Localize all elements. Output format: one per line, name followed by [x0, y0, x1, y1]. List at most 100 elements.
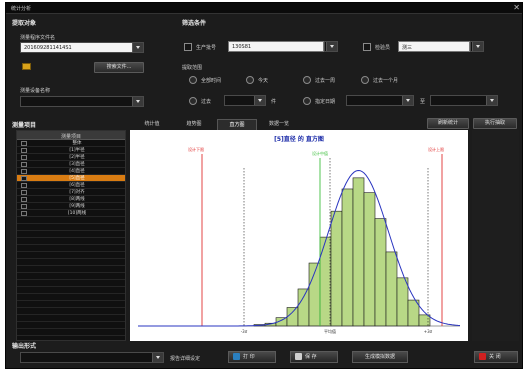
radio-past-month-label: 过去一个月	[373, 78, 399, 84]
chevron-down-icon[interactable]	[402, 96, 413, 105]
past-count-input[interactable]	[224, 95, 266, 106]
empty-row	[17, 301, 125, 308]
output-format-combo[interactable]	[20, 352, 164, 363]
file-combo[interactable]: 2016092811414S1	[20, 42, 144, 53]
tab-trend[interactable]: 趋势图	[174, 119, 214, 130]
item-checkbox[interactable]	[21, 176, 27, 181]
chevron-down-icon[interactable]	[472, 42, 483, 51]
days-unit-label: 件	[271, 99, 277, 105]
range-label: 提取范围	[182, 65, 203, 71]
item-checkbox[interactable]	[21, 141, 27, 146]
empty-row	[17, 287, 125, 294]
device-label: 测量设备名称	[20, 88, 51, 94]
inspector-input[interactable]: 测三	[398, 41, 470, 52]
tab-data-list[interactable]: 数据一览	[259, 119, 299, 130]
histogram-bar	[330, 210, 343, 327]
radio-past-month[interactable]	[361, 76, 369, 84]
empty-row	[17, 238, 125, 245]
lsl-label: 设计下限	[188, 146, 204, 152]
radio-past-week-label: 过去一周	[315, 78, 336, 84]
radio-all-time[interactable]	[189, 76, 197, 84]
radio-past-n[interactable]	[189, 97, 197, 105]
device-combo[interactable]	[20, 96, 144, 107]
item-checkbox[interactable]	[21, 155, 27, 160]
item-checkbox[interactable]	[21, 204, 27, 209]
chevron-down-icon[interactable]	[254, 96, 265, 105]
chevron-down-icon[interactable]	[326, 42, 337, 51]
item-checkbox[interactable]	[21, 183, 27, 188]
chevron-down-icon[interactable]	[486, 96, 497, 105]
tick-label: 平均值	[324, 328, 336, 334]
date-from-input[interactable]	[346, 95, 414, 106]
edit-icon[interactable]	[22, 63, 31, 70]
report-settings-link[interactable]: 报告详细设定	[170, 355, 200, 362]
list-item[interactable]: [5]直径	[17, 175, 125, 182]
file-value: 2016092811414S1	[21, 43, 132, 52]
output-section-title: 输出形式	[12, 343, 37, 350]
empty-row	[17, 231, 125, 238]
empty-row	[17, 266, 125, 273]
item-checkbox[interactable]	[21, 211, 27, 216]
empty-row	[17, 294, 125, 301]
tab-histogram[interactable]: 直方图	[217, 119, 257, 130]
item-checkbox[interactable]	[21, 190, 27, 195]
empty-row	[17, 224, 125, 231]
reset-stats-button[interactable]: 刷新统计	[427, 118, 469, 129]
list-item[interactable]: [8]两线	[17, 196, 125, 203]
radio-today[interactable]	[246, 76, 254, 84]
chevron-down-icon[interactable]	[152, 353, 163, 362]
tab-statistics[interactable]: 统计值	[132, 119, 172, 130]
item-checkbox[interactable]	[21, 162, 27, 167]
generate-data-button[interactable]: 生成模拟数据	[352, 351, 408, 363]
items-rows: 整体 [1]半径 [2]半径 [3]直径 [4]直径 [5]直径 [6]直径 [7]对齐 [8]…	[17, 140, 125, 340]
histogram-bar	[396, 277, 409, 327]
chevron-down-icon[interactable]	[132, 43, 143, 52]
printer-icon	[233, 353, 240, 360]
chevron-down-icon[interactable]	[132, 97, 143, 106]
close-button-label: 关 闭	[489, 354, 501, 360]
list-item[interactable]: [4]直径	[17, 168, 125, 175]
list-item[interactable]: [1]半径	[17, 147, 125, 154]
inspector-dropdown[interactable]	[470, 41, 484, 52]
list-item[interactable]: [7]对齐	[17, 189, 125, 196]
empty-row	[17, 259, 125, 266]
item-checkbox[interactable]	[21, 169, 27, 174]
inspector-checkbox[interactable]	[363, 43, 371, 51]
item-checkbox[interactable]	[21, 148, 27, 153]
items-list-header: 测量项目	[17, 131, 125, 140]
date-to-input[interactable]	[430, 95, 498, 106]
tick-label: -3σ	[241, 329, 248, 334]
item-label: [8]两线	[69, 197, 85, 202]
histogram-bar	[297, 288, 310, 327]
list-item[interactable]: [3]直径	[17, 161, 125, 168]
list-item[interactable]: [6]直径	[17, 182, 125, 189]
list-item[interactable]: [10]两线	[17, 210, 125, 217]
close-button[interactable]: 关 闭	[474, 351, 518, 363]
histogram-bar	[341, 188, 354, 327]
file-label: 测量程序文件名	[20, 35, 56, 41]
save-icon	[295, 353, 302, 360]
save-button[interactable]: 保 存	[290, 351, 338, 363]
browse-button[interactable]: 搜索文件...	[94, 62, 144, 73]
empty-row	[17, 217, 125, 224]
window-close-icon[interactable]: ✕	[513, 3, 520, 12]
empty-row	[17, 308, 125, 315]
print-button[interactable]: 打 印	[228, 351, 276, 363]
list-item[interactable]: [9]两线	[17, 203, 125, 210]
histogram-bar	[385, 251, 398, 327]
radio-custom-date[interactable]	[303, 97, 311, 105]
right-empty-panel	[472, 130, 519, 341]
product-dropdown[interactable]	[324, 41, 338, 52]
source-section-title: 提取对象	[12, 20, 37, 27]
item-checkbox[interactable]	[21, 197, 27, 202]
product-checkbox[interactable]	[184, 43, 192, 51]
item-label: [1]半径	[69, 148, 85, 153]
radio-past-week[interactable]	[303, 76, 311, 84]
item-label: [5]直径	[69, 176, 85, 181]
product-input[interactable]: 130S81	[228, 41, 324, 52]
empty-row	[17, 322, 125, 329]
save-button-label: 保 存	[305, 354, 317, 360]
list-item[interactable]: [2]半径	[17, 154, 125, 161]
execute-extract-button[interactable]: 执行抽取	[473, 118, 517, 129]
list-item[interactable]: 整体	[17, 140, 125, 147]
